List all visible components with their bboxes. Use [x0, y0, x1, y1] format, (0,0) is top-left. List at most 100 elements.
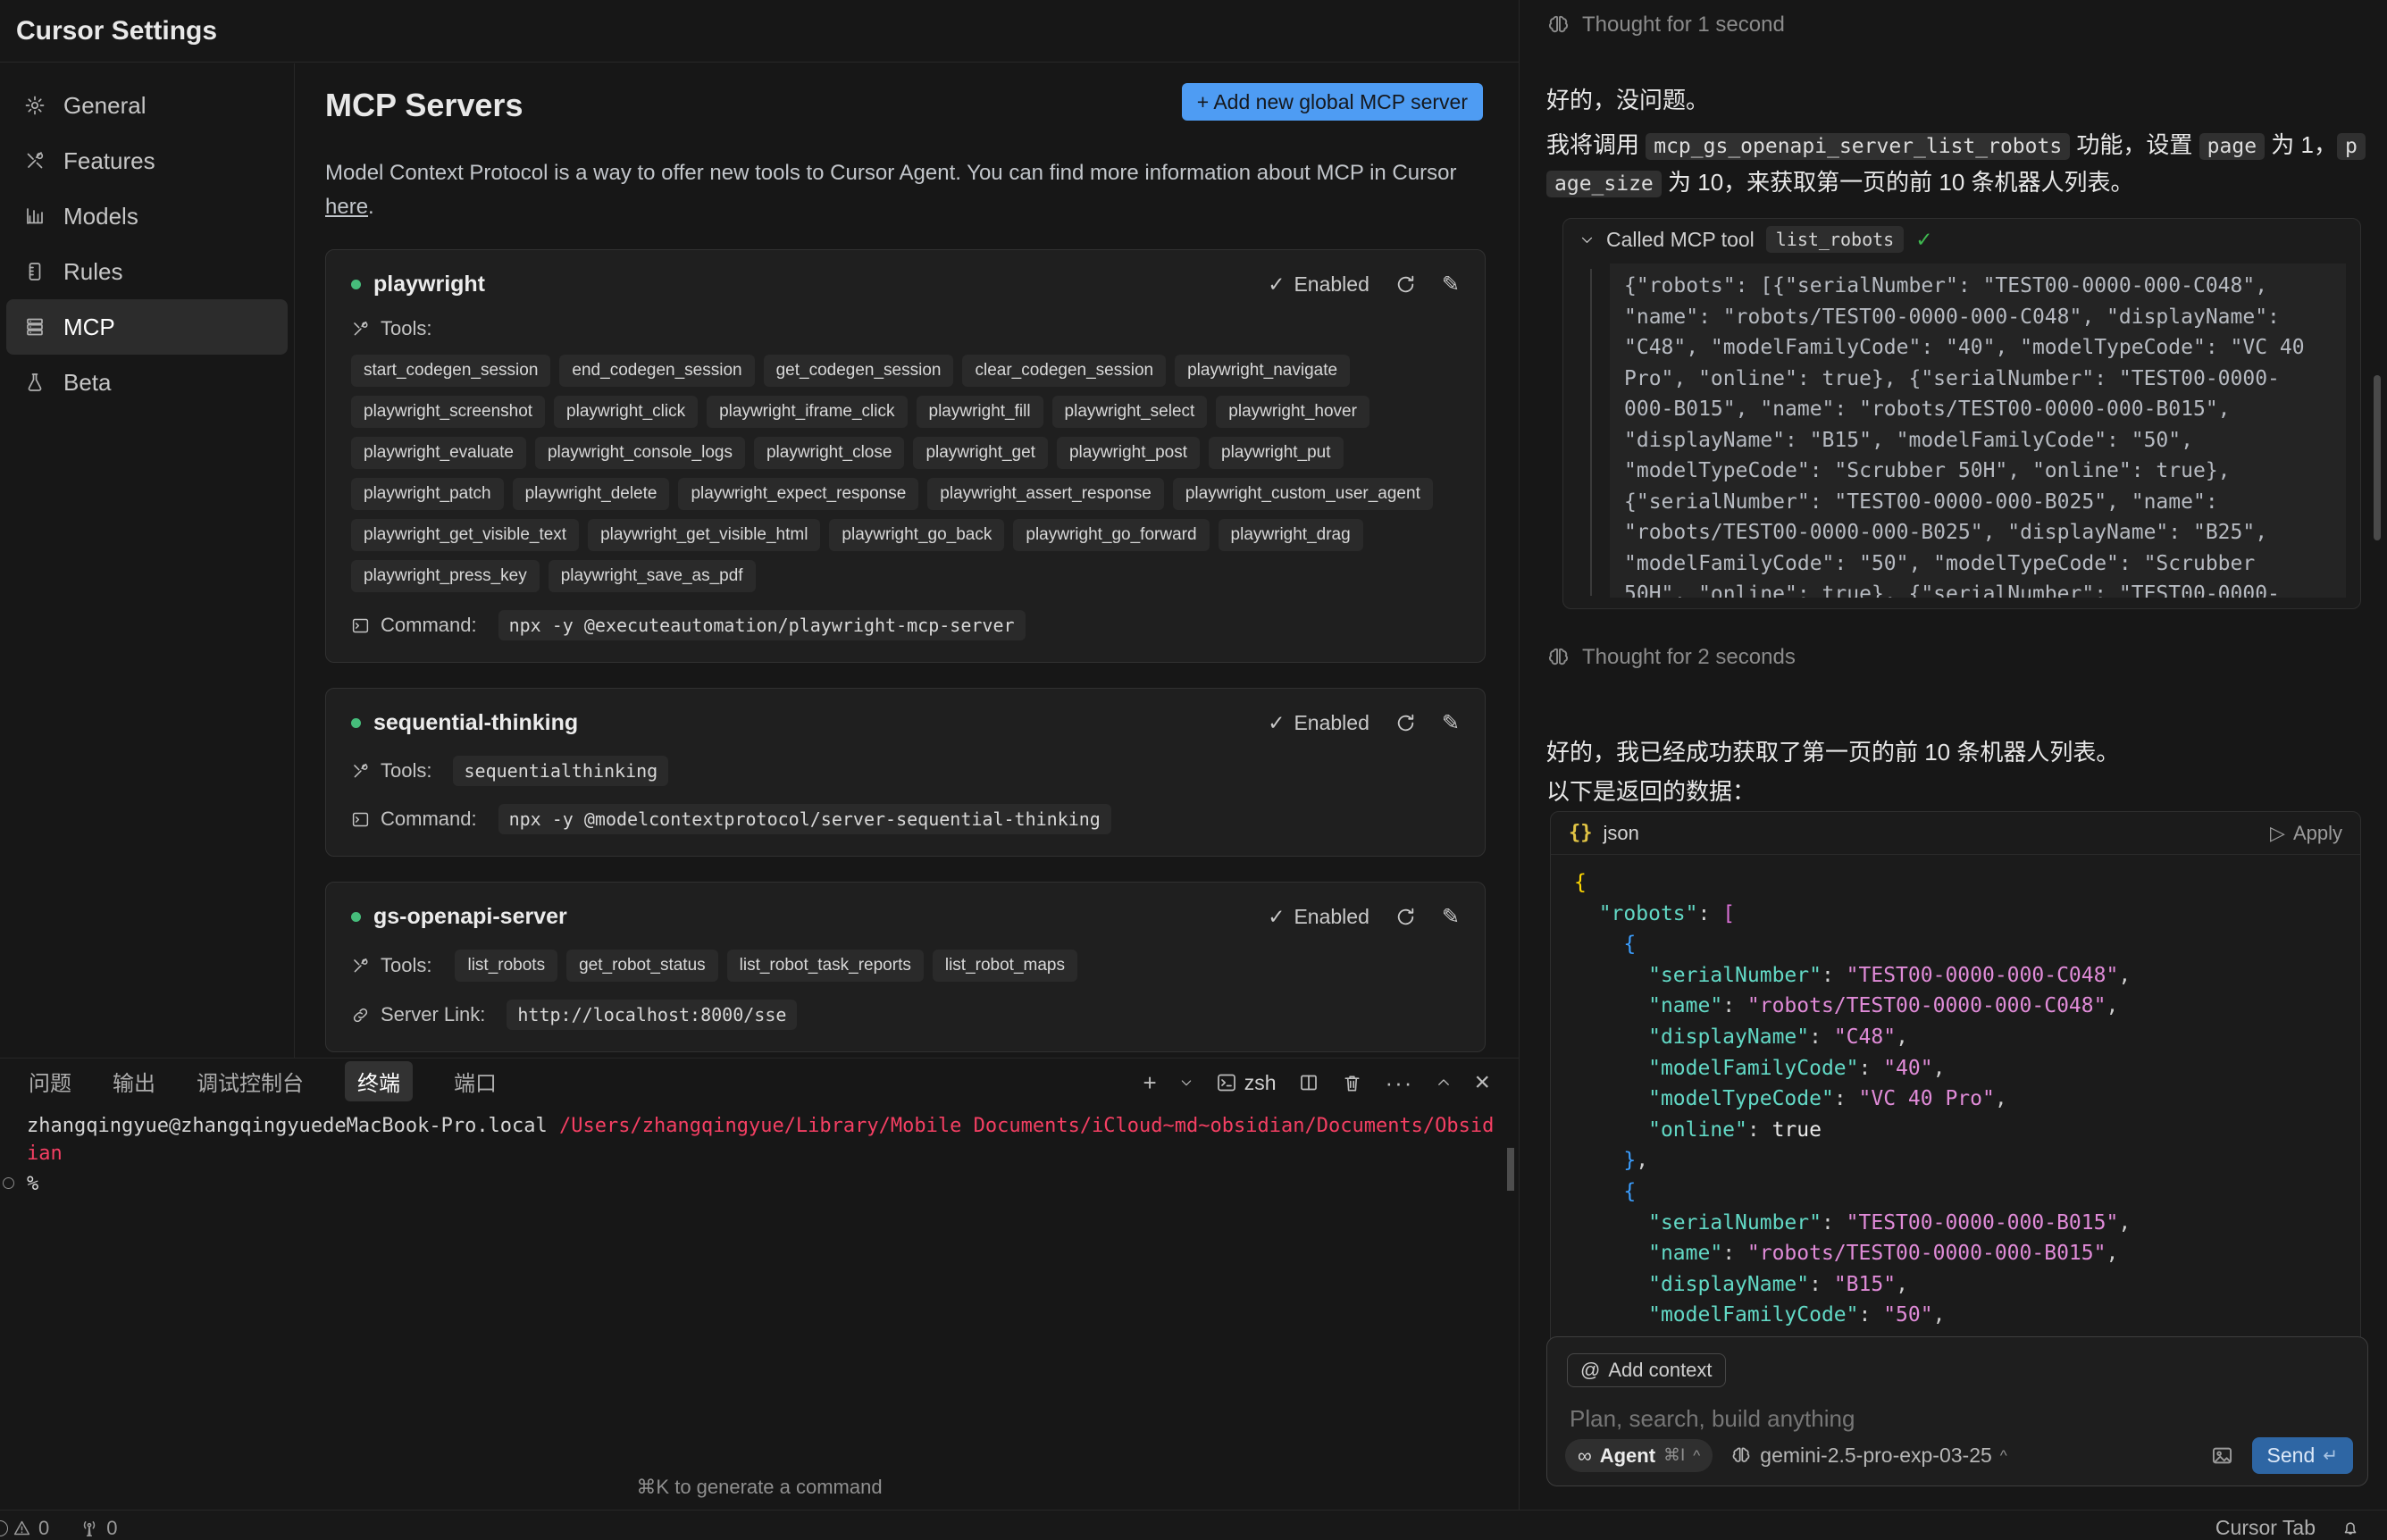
thought-header-2[interactable]: Thought for 2 seconds [1546, 645, 1796, 670]
tab-terminal[interactable]: 终端 [345, 1061, 413, 1101]
chat-input-placeholder[interactable]: Plan, search, build anything [1570, 1405, 1855, 1433]
more-actions-icon[interactable]: ··· [1385, 1069, 1413, 1097]
ports-status[interactable]: 0 [80, 1517, 117, 1540]
bar-chart-icon [24, 205, 46, 227]
tool-chip: playwright_console_logs [535, 437, 745, 469]
code-line: "modelTypeCode": "VC 40 Pro", [1574, 1084, 2337, 1115]
bell-icon[interactable] [2341, 1519, 2360, 1538]
sidebar-item-models[interactable]: Models [6, 188, 288, 244]
tool-chip: playwright_hover [1216, 396, 1369, 428]
sidebar-item-general[interactable]: General [6, 78, 288, 133]
chevron-up-icon: ^ [2000, 1447, 2007, 1465]
terminal-output[interactable]: zhangqingyue@zhangqingyuedeMacBook-Pro.l… [0, 1103, 1519, 1198]
braces-icon: {} [1569, 822, 1593, 844]
tool-chip: playwright_press_key [351, 560, 540, 592]
thought-header-1[interactable]: Thought for 1 second [1546, 13, 1785, 38]
edit-icon[interactable]: ✎ [1442, 904, 1460, 930]
assistant-message: 好的，没问题。 [1546, 82, 1709, 115]
enabled-toggle[interactable]: ✓Enabled [1268, 711, 1369, 735]
maximize-panel-icon[interactable] [1436, 1075, 1452, 1091]
mode-selector[interactable]: ∞ Agent ⌘I ^ [1565, 1439, 1713, 1472]
tool-chip: list_robot_maps [933, 950, 1077, 982]
warnings-status[interactable]: 0 [13, 1517, 49, 1540]
edit-icon[interactable]: ✎ [1442, 710, 1460, 736]
tool-chip: playwright_save_as_pdf [549, 560, 756, 592]
sidebar-item-beta[interactable]: Beta [6, 355, 288, 410]
chevron-down-icon[interactable] [1179, 1075, 1194, 1090]
tool-output[interactable]: {"robots": [{"serialNumber": "TEST00-000… [1610, 264, 2346, 598]
close-panel-icon[interactable]: × [1474, 1067, 1490, 1098]
warning-icon [13, 1519, 31, 1537]
terminal-scrollbar[interactable] [1507, 1148, 1514, 1191]
brain-icon [1546, 646, 1570, 670]
chevron-down-icon[interactable] [1579, 232, 1595, 247]
mcp-docs-link[interactable]: here [325, 195, 368, 219]
code-line: "robots": [ [1574, 899, 2337, 930]
trash-icon[interactable] [1342, 1073, 1362, 1093]
add-mcp-server-button[interactable]: + Add new global MCP server [1182, 83, 1483, 121]
tool-chip: start_codegen_session [351, 355, 550, 387]
tool-chip-list: start_codegen_session end_codegen_session… [351, 355, 1459, 592]
code-language-label: json [1604, 822, 1639, 845]
server-command: npx -y @executeautomation/playwright-mcp… [498, 610, 1026, 640]
enabled-toggle[interactable]: ✓Enabled [1268, 272, 1369, 297]
sidebar-item-rules[interactable]: Rules [6, 244, 288, 299]
tool-chip: playwright_close [754, 437, 904, 469]
tools-icon [351, 957, 370, 975]
mcp-server-card-sequential-thinking: sequential-thinking ✓Enabled ✎ Tools: se… [325, 688, 1486, 857]
sidebar-item-label: MCP [63, 314, 115, 341]
chat-scrollbar[interactable] [2374, 375, 2381, 540]
tool-chip: sequentialthinking [453, 756, 668, 786]
model-selector[interactable]: gemini-2.5-pro-exp-03-25 ^ [1730, 1444, 2007, 1468]
server-name: playwright [373, 272, 485, 297]
tool-output-line: "C48", "modelFamilyCode": "40", "modelTy… [1624, 332, 2332, 364]
tool-chip: get_robot_status [566, 950, 718, 982]
tool-chip: playwright_navigate [1175, 355, 1350, 387]
tool-chip: clear_codegen_session [962, 355, 1166, 387]
tool-chip: playwright_click [554, 396, 698, 428]
tool-chip: playwright_assert_response [927, 478, 1164, 510]
tool-chip: playwright_screenshot [351, 396, 545, 428]
add-context-button[interactable]: @ Add context [1567, 1353, 1726, 1387]
mcp-server-card-playwright: playwright ✓Enabled ✎ Tools: start_codeg… [325, 249, 1486, 663]
sidebar-item-features[interactable]: Features [6, 133, 288, 188]
server-stack-icon [24, 316, 46, 338]
server-name: sequential-thinking [373, 710, 578, 736]
tab-debug-console[interactable]: 调试控制台 [197, 1066, 304, 1097]
split-terminal-icon[interactable] [1298, 1072, 1319, 1093]
shell-selector[interactable]: zsh [1216, 1071, 1277, 1095]
enabled-toggle[interactable]: ✓Enabled [1268, 905, 1369, 929]
tool-chip: playwright_expect_response [678, 478, 918, 510]
mcp-server-card-gs-openapi-server: gs-openapi-server ✓Enabled ✎ Tools: list… [325, 882, 1486, 1052]
tool-chip: playwright_drag [1219, 519, 1363, 551]
refresh-icon[interactable] [1395, 712, 1417, 734]
settings-sidebar: General Features Models Rules MCP Beta [0, 63, 295, 1058]
tool-chip: playwright_get [913, 437, 1048, 469]
new-terminal-button[interactable]: + [1143, 1069, 1157, 1097]
tool-name-chip: list_robots [1766, 226, 1904, 253]
sidebar-item-mcp[interactable]: MCP [6, 299, 288, 355]
tools-icon [351, 320, 370, 339]
send-button[interactable]: Send ↵ [2252, 1437, 2353, 1474]
refresh-icon[interactable] [1395, 906, 1417, 928]
tool-output-line: 50H", "online": true}, {"serialNumber": … [1624, 579, 2332, 598]
tool-output-line: Pro", "online": true}, {"serialNumber": … [1624, 364, 2332, 395]
terminal-prompt: % [27, 1173, 38, 1195]
tool-call-label: Called MCP tool [1606, 228, 1755, 252]
tool-output-line: {"robots": [{"serialNumber": "TEST00-000… [1624, 271, 2332, 302]
image-attach-icon[interactable] [2210, 1444, 2234, 1468]
assistant-message-line: age_size 为 10，来获取第一页的前 10 条机器人列表。 [1546, 164, 2134, 197]
chat-input-box[interactable]: @ Add context Plan, search, build anythi… [1546, 1336, 2368, 1486]
cursor-tab-status[interactable]: Cursor Tab [2215, 1516, 2316, 1540]
code-content[interactable]: { "robots": [ { "serialNumber": "TEST00-… [1551, 855, 2360, 1343]
tab-ports[interactable]: 端口 [454, 1066, 497, 1097]
refresh-icon[interactable] [1395, 273, 1417, 296]
tool-chip: end_codegen_session [559, 355, 754, 387]
tool-chip: playwright_patch [351, 478, 504, 510]
tab-problems[interactable]: 问题 [29, 1066, 71, 1097]
apply-button[interactable]: ▷Apply [2270, 822, 2342, 845]
flask-icon [24, 372, 46, 393]
edit-icon[interactable]: ✎ [1442, 272, 1460, 297]
tools-icon [351, 762, 370, 781]
tab-output[interactable]: 输出 [113, 1066, 155, 1097]
